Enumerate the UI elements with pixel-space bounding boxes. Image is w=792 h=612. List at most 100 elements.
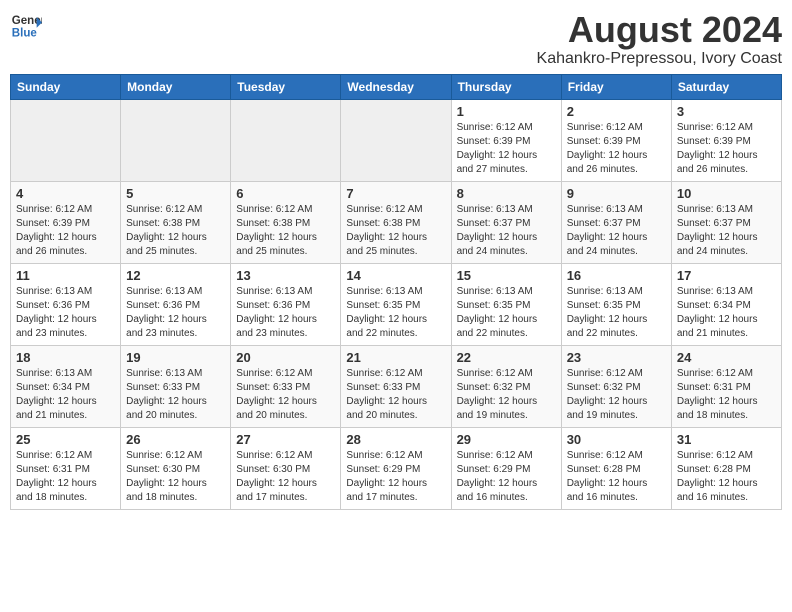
day-number: 9 <box>567 186 666 201</box>
day-info: Sunrise: 6:12 AM Sunset: 6:38 PM Dayligh… <box>126 203 225 259</box>
day-info: Sunrise: 6:12 AM Sunset: 6:39 PM Dayligh… <box>457 121 556 177</box>
day-info: Sunrise: 6:12 AM Sunset: 6:39 PM Dayligh… <box>16 203 115 259</box>
calendar-title: August 2024 <box>537 10 782 50</box>
day-info: Sunrise: 6:12 AM Sunset: 6:39 PM Dayligh… <box>567 121 666 177</box>
weekday-header-saturday: Saturday <box>671 74 781 99</box>
day-info: Sunrise: 6:12 AM Sunset: 6:28 PM Dayligh… <box>567 449 666 505</box>
day-info: Sunrise: 6:12 AM Sunset: 6:30 PM Dayligh… <box>236 449 335 505</box>
day-number: 16 <box>567 268 666 283</box>
day-number: 30 <box>567 432 666 447</box>
day-cell: 14 Sunrise: 6:13 AM Sunset: 6:35 PM Dayli… <box>341 263 451 345</box>
weekday-header-thursday: Thursday <box>451 74 561 99</box>
day-cell: 21 Sunrise: 6:12 AM Sunset: 6:33 PM Dayli… <box>341 345 451 427</box>
calendar-table: SundayMondayTuesdayWednesdayThursdayFrid… <box>10 74 782 510</box>
day-cell: 30 Sunrise: 6:12 AM Sunset: 6:28 PM Dayli… <box>561 427 671 509</box>
day-cell: 29 Sunrise: 6:12 AM Sunset: 6:29 PM Dayli… <box>451 427 561 509</box>
day-cell: 10 Sunrise: 6:13 AM Sunset: 6:37 PM Dayli… <box>671 181 781 263</box>
day-cell: 18 Sunrise: 6:13 AM Sunset: 6:34 PM Dayli… <box>11 345 121 427</box>
day-cell: 28 Sunrise: 6:12 AM Sunset: 6:29 PM Dayli… <box>341 427 451 509</box>
day-number: 10 <box>677 186 776 201</box>
day-cell: 20Sunrise: 6:12 AM Sunset: 6:33 PM Dayli… <box>231 345 341 427</box>
day-number: 8 <box>457 186 556 201</box>
day-number: 15 <box>457 268 556 283</box>
day-cell <box>121 99 231 181</box>
weekday-header-friday: Friday <box>561 74 671 99</box>
day-cell: 22 Sunrise: 6:12 AM Sunset: 6:32 PM Dayli… <box>451 345 561 427</box>
day-cell: 23Sunrise: 6:12 AM Sunset: 6:32 PM Dayli… <box>561 345 671 427</box>
day-info: Sunrise: 6:12 AM Sunset: 6:31 PM Dayligh… <box>677 367 776 423</box>
logo: General Blue <box>10 10 46 42</box>
day-number: 6 <box>236 186 335 201</box>
weekday-header-tuesday: Tuesday <box>231 74 341 99</box>
day-number: 17 <box>677 268 776 283</box>
day-cell <box>341 99 451 181</box>
weekday-header-sunday: Sunday <box>11 74 121 99</box>
day-info: Sunrise: 6:12 AM Sunset: 6:38 PM Dayligh… <box>346 203 445 259</box>
day-info: Sunrise: 6:12 AM Sunset: 6:31 PM Dayligh… <box>16 449 115 505</box>
day-number: 18 <box>16 350 115 365</box>
day-info: Sunrise: 6:12 AM Sunset: 6:32 PM Dayligh… <box>567 367 666 423</box>
day-info: Sunrise: 6:13 AM Sunset: 6:37 PM Dayligh… <box>677 203 776 259</box>
day-info: Sunrise: 6:13 AM Sunset: 6:34 PM Dayligh… <box>16 367 115 423</box>
day-number: 27 <box>236 432 335 447</box>
day-info: Sunrise: 6:13 AM Sunset: 6:35 PM Dayligh… <box>346 285 445 341</box>
day-info: Sunrise: 6:13 AM Sunset: 6:36 PM Dayligh… <box>16 285 115 341</box>
weekday-header-monday: Monday <box>121 74 231 99</box>
day-number: 5 <box>126 186 225 201</box>
day-cell: 19Sunrise: 6:13 AM Sunset: 6:33 PM Dayli… <box>121 345 231 427</box>
day-number: 28 <box>346 432 445 447</box>
day-number: 21 <box>346 350 445 365</box>
day-info: Sunrise: 6:13 AM Sunset: 6:33 PM Dayligh… <box>126 367 225 423</box>
day-number: 4 <box>16 186 115 201</box>
day-info: Sunrise: 6:12 AM Sunset: 6:38 PM Dayligh… <box>236 203 335 259</box>
day-number: 3 <box>677 104 776 119</box>
day-info: Sunrise: 6:12 AM Sunset: 6:32 PM Dayligh… <box>457 367 556 423</box>
day-info: Sunrise: 6:12 AM Sunset: 6:28 PM Dayligh… <box>677 449 776 505</box>
week-row-5: 25 Sunrise: 6:12 AM Sunset: 6:31 PM Dayli… <box>11 427 782 509</box>
day-cell: 31Sunrise: 6:12 AM Sunset: 6:28 PM Dayli… <box>671 427 781 509</box>
day-cell: 5 Sunrise: 6:12 AM Sunset: 6:38 PM Daylig… <box>121 181 231 263</box>
day-info: Sunrise: 6:12 AM Sunset: 6:29 PM Dayligh… <box>346 449 445 505</box>
day-cell: 2 Sunrise: 6:12 AM Sunset: 6:39 PM Daylig… <box>561 99 671 181</box>
day-number: 13 <box>236 268 335 283</box>
day-number: 22 <box>457 350 556 365</box>
day-cell: 13 Sunrise: 6:13 AM Sunset: 6:36 PM Dayli… <box>231 263 341 345</box>
day-info: Sunrise: 6:13 AM Sunset: 6:37 PM Dayligh… <box>457 203 556 259</box>
day-number: 25 <box>16 432 115 447</box>
day-info: Sunrise: 6:12 AM Sunset: 6:33 PM Dayligh… <box>346 367 445 423</box>
day-info: Sunrise: 6:12 AM Sunset: 6:30 PM Dayligh… <box>126 449 225 505</box>
logo-icon: General Blue <box>10 10 42 42</box>
day-info: Sunrise: 6:13 AM Sunset: 6:36 PM Dayligh… <box>236 285 335 341</box>
day-cell: 7Sunrise: 6:12 AM Sunset: 6:38 PM Daylig… <box>341 181 451 263</box>
day-info: Sunrise: 6:12 AM Sunset: 6:39 PM Dayligh… <box>677 121 776 177</box>
day-cell <box>11 99 121 181</box>
day-number: 2 <box>567 104 666 119</box>
day-cell: 25 Sunrise: 6:12 AM Sunset: 6:31 PM Dayli… <box>11 427 121 509</box>
weekday-header-wednesday: Wednesday <box>341 74 451 99</box>
day-cell: 3 Sunrise: 6:12 AM Sunset: 6:39 PM Daylig… <box>671 99 781 181</box>
day-info: Sunrise: 6:13 AM Sunset: 6:37 PM Dayligh… <box>567 203 666 259</box>
day-cell: 17Sunrise: 6:13 AM Sunset: 6:34 PM Dayli… <box>671 263 781 345</box>
weekday-header-row: SundayMondayTuesdayWednesdayThursdayFrid… <box>11 74 782 99</box>
calendar-subtitle: Kahankro-Prepressou, Ivory Coast <box>537 50 782 68</box>
day-cell: 9 Sunrise: 6:13 AM Sunset: 6:37 PM Daylig… <box>561 181 671 263</box>
day-info: Sunrise: 6:13 AM Sunset: 6:35 PM Dayligh… <box>567 285 666 341</box>
day-number: 20 <box>236 350 335 365</box>
week-row-3: 11 Sunrise: 6:13 AM Sunset: 6:36 PM Dayli… <box>11 263 782 345</box>
day-number: 24 <box>677 350 776 365</box>
day-cell: 8 Sunrise: 6:13 AM Sunset: 6:37 PM Daylig… <box>451 181 561 263</box>
day-info: Sunrise: 6:13 AM Sunset: 6:35 PM Dayligh… <box>457 285 556 341</box>
week-row-4: 18 Sunrise: 6:13 AM Sunset: 6:34 PM Dayli… <box>11 345 782 427</box>
day-cell: 4 Sunrise: 6:12 AM Sunset: 6:39 PM Daylig… <box>11 181 121 263</box>
day-number: 29 <box>457 432 556 447</box>
day-number: 26 <box>126 432 225 447</box>
day-cell: 16 Sunrise: 6:13 AM Sunset: 6:35 PM Dayli… <box>561 263 671 345</box>
day-cell: 11 Sunrise: 6:13 AM Sunset: 6:36 PM Dayli… <box>11 263 121 345</box>
day-info: Sunrise: 6:12 AM Sunset: 6:29 PM Dayligh… <box>457 449 556 505</box>
day-number: 14 <box>346 268 445 283</box>
day-cell <box>231 99 341 181</box>
day-number: 11 <box>16 268 115 283</box>
day-cell: 6 Sunrise: 6:12 AM Sunset: 6:38 PM Daylig… <box>231 181 341 263</box>
day-cell: 27 Sunrise: 6:12 AM Sunset: 6:30 PM Dayli… <box>231 427 341 509</box>
day-cell: 12Sunrise: 6:13 AM Sunset: 6:36 PM Dayli… <box>121 263 231 345</box>
